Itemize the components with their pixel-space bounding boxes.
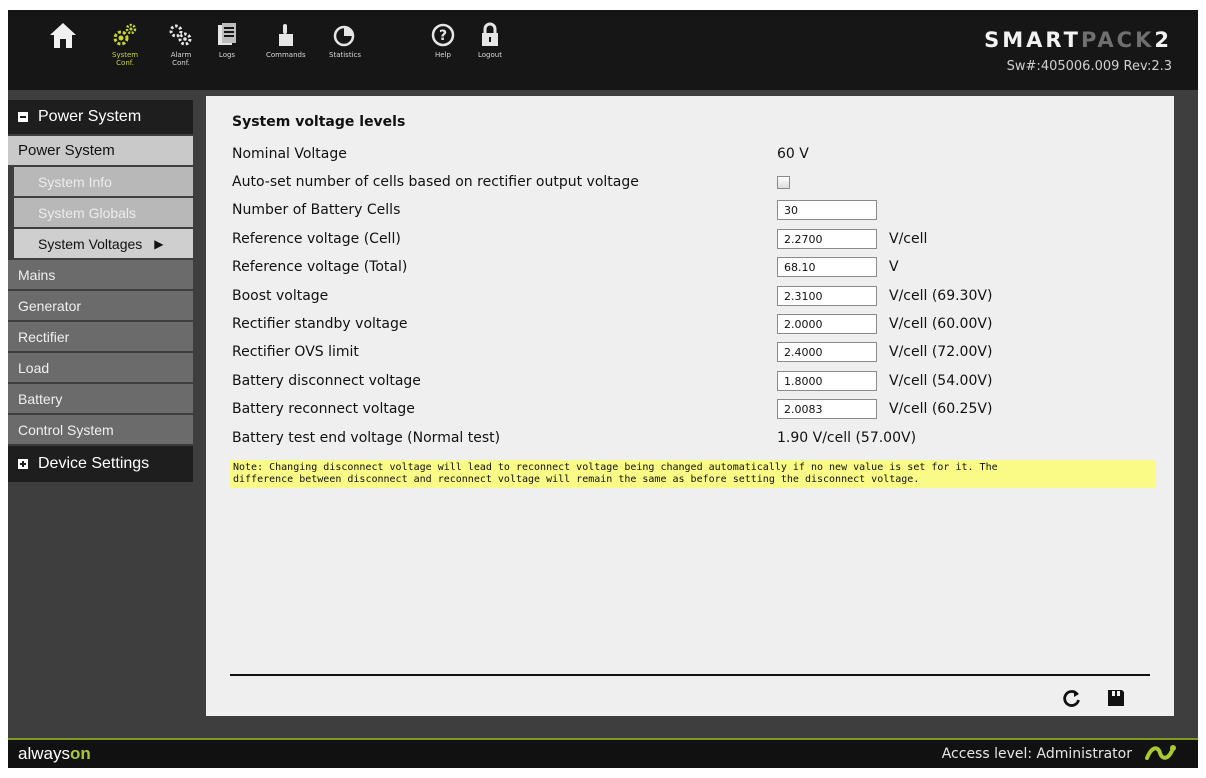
statistics-button[interactable]: Statistics (329, 20, 361, 59)
arrow-right-icon: ▶ (154, 236, 164, 251)
sidebar-section-device-settings[interactable]: Device Settings (8, 446, 193, 484)
svg-text:?: ? (439, 28, 447, 44)
battery-disconnect-voltage-input[interactable] (777, 371, 877, 391)
refresh-icon (1063, 690, 1080, 707)
row-rectifier-standby-voltage: Rectifier standby voltage V/cell (60.00V… (232, 313, 1152, 335)
sidebar-item-generator[interactable]: Generator (8, 291, 193, 320)
alarm-conf-label: Alarm Conf. (170, 51, 192, 67)
rectifier-ovs-limit-input[interactable] (777, 342, 877, 362)
row-battery-cells: Number of Battery Cells (232, 199, 1152, 221)
sidebar-item-mains[interactable]: Mains (8, 260, 193, 289)
alwayson-logo: alwayson (18, 744, 91, 763)
sidebar-item-control-system[interactable]: Control System (8, 415, 193, 444)
commands-icon (275, 20, 297, 50)
access-level: Access level: Administrator (941, 746, 1132, 762)
reference-voltage-cell-input[interactable] (777, 229, 877, 249)
sidebar-section-power-system[interactable]: Power System (8, 100, 193, 136)
commands-button[interactable]: Commands (266, 20, 306, 59)
app-window: System Conf. Alarm Conf. Logs Commands Sta… (8, 10, 1198, 768)
row-battery-test-end-voltage: Battery test end voltage (Normal test) 1… (232, 430, 917, 446)
sidebar-item-power-system[interactable]: Power System (8, 136, 193, 165)
logout-icon (479, 20, 501, 50)
logs-icon (216, 20, 238, 50)
smartpack-logo: SMARTPACK2 (984, 28, 1172, 52)
battery-test-end-voltage-value: 1.90 V/cell (57.00V) (777, 430, 917, 446)
battery-cells-input[interactable] (777, 200, 877, 220)
main-panel: System voltage levels Nominal Voltage 60… (206, 96, 1174, 716)
top-toolbar: System Conf. Alarm Conf. Logs Commands Sta… (8, 10, 1198, 90)
help-button[interactable]: ? Help (430, 20, 456, 59)
row-rectifier-ovs-limit: Rectifier OVS limit V/cell (72.00V) (232, 341, 1152, 363)
autoset-cells-checkbox[interactable] (777, 175, 790, 189)
help-label: Help (435, 51, 451, 59)
logout-label: Logout (478, 51, 502, 59)
logs-button[interactable]: Logs (216, 20, 238, 59)
row-autoset-cells: Auto-set number of cells based on rectif… (232, 171, 1152, 193)
row-battery-reconnect-voltage: Battery reconnect voltage V/cell (60.25V… (232, 398, 1152, 420)
statistics-icon (332, 20, 358, 50)
home-icon (48, 20, 78, 50)
help-icon: ? (430, 20, 456, 50)
rectifier-standby-voltage-input[interactable] (777, 314, 877, 334)
row-reference-voltage-total: Reference voltage (Total) V (232, 256, 1152, 278)
home-button[interactable] (48, 20, 78, 50)
system-conf-label: System Conf. (112, 51, 139, 67)
content-divider (230, 674, 1150, 676)
page-title: System voltage levels (232, 114, 406, 130)
sidebar-item-battery[interactable]: Battery (8, 384, 193, 413)
row-nominal-voltage: Nominal Voltage 60 V (232, 146, 809, 162)
sidebar-item-rectifier[interactable]: Rectifier (8, 322, 193, 351)
voltage-change-note: Note: Changing disconnect voltage will l… (230, 460, 1156, 488)
bottom-status-bar: alwayson Access level: Administrator (8, 738, 1198, 768)
reference-voltage-total-input[interactable] (777, 257, 877, 277)
battery-reconnect-voltage-input[interactable] (777, 399, 877, 419)
save-icon (1108, 690, 1124, 706)
sidebar-item-load[interactable]: Load (8, 353, 193, 382)
sidebar-item-system-info[interactable]: System Info (14, 167, 193, 196)
software-version: Sw#:405006.009 Rev:2.3 (1006, 59, 1172, 74)
eltek-logo-icon (1144, 742, 1176, 768)
logs-label: Logs (218, 51, 236, 59)
expand-icon (18, 459, 28, 469)
sidebar-item-system-globals[interactable]: System Globals (14, 198, 193, 227)
collapse-icon (18, 112, 28, 122)
refresh-button[interactable] (1060, 686, 1084, 710)
system-conf-icon (112, 20, 138, 50)
row-reference-voltage-cell: Reference voltage (Cell) V/cell (232, 228, 1152, 250)
save-button[interactable] (1104, 686, 1128, 710)
nominal-voltage-value: 60 V (777, 146, 809, 162)
sidebar: Power System Power System System Info Sy… (8, 100, 193, 484)
system-conf-button[interactable]: System Conf. (112, 20, 138, 67)
row-battery-disconnect-voltage: Battery disconnect voltage V/cell (54.00… (232, 370, 1152, 392)
sidebar-item-system-voltages[interactable]: System Voltages ▶ (14, 229, 193, 258)
logout-button[interactable]: Logout (478, 20, 502, 59)
alarm-conf-button[interactable]: Alarm Conf. (168, 20, 194, 67)
commands-label: Commands (266, 51, 306, 59)
statistics-label: Statistics (329, 51, 361, 59)
boost-voltage-input[interactable] (777, 286, 877, 306)
alarm-conf-icon (168, 20, 194, 50)
row-boost-voltage: Boost voltage V/cell (69.30V) (232, 285, 1152, 307)
